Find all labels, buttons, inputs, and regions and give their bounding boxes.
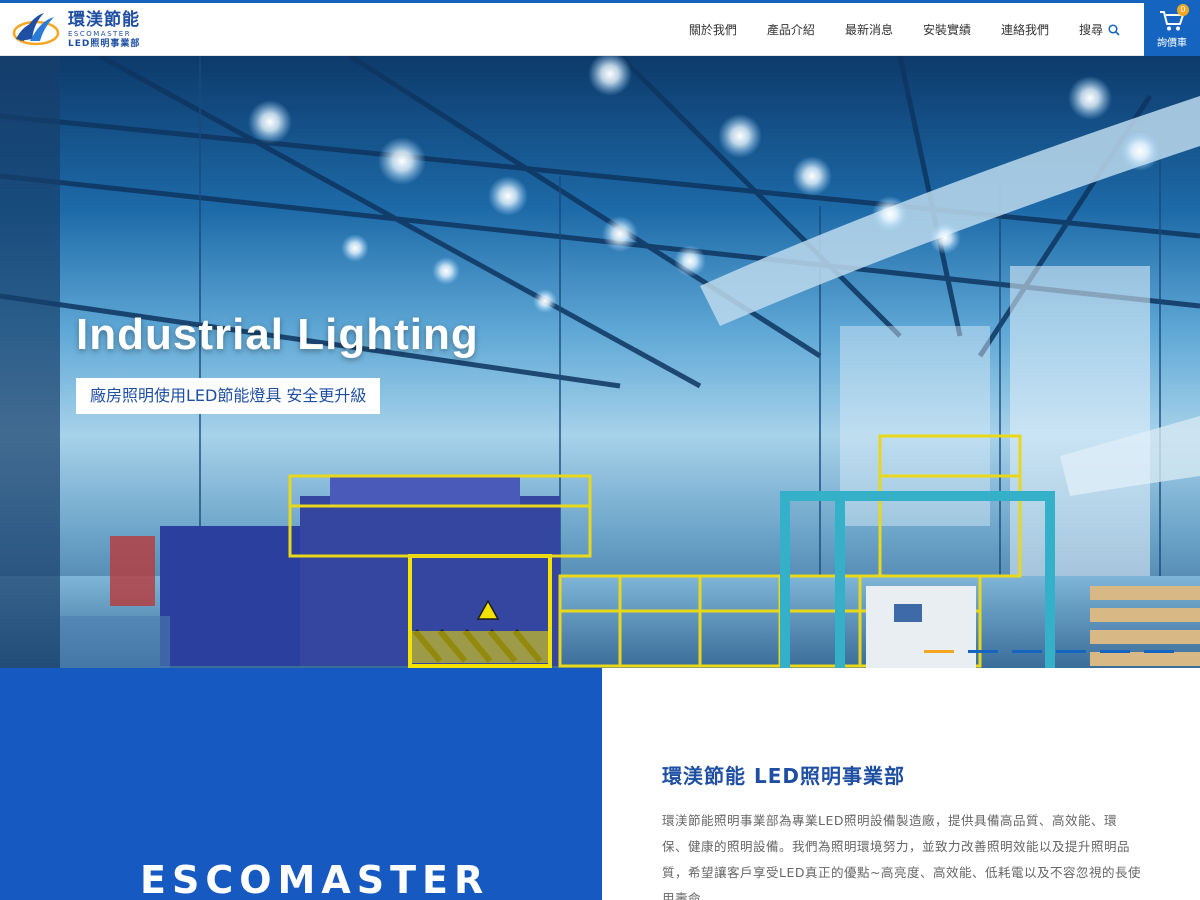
slider-dot-1[interactable] bbox=[924, 650, 954, 653]
nav-item-contact[interactable]: 連絡我們 bbox=[1001, 21, 1049, 38]
inquiry-cart-button[interactable]: 0 詢價車 bbox=[1144, 3, 1200, 56]
cart-count-badge: 0 bbox=[1177, 4, 1189, 16]
slider-dot-4[interactable] bbox=[1056, 650, 1086, 653]
slider-dot-6[interactable] bbox=[1144, 650, 1174, 653]
hero-banner: Industrial Lighting 廠房照明使用LED節能燈具 安全更升級 bbox=[0, 56, 1200, 668]
main-nav: 關於我們 產品介紹 最新消息 安裝實績 連絡我們 搜尋 bbox=[659, 3, 1120, 56]
nav-item-products[interactable]: 產品介紹 bbox=[767, 21, 815, 38]
logo-name-cn: 環渼節能 bbox=[68, 9, 140, 30]
hero-tagline: 廠房照明使用LED節能燈具 安全更升級 bbox=[76, 378, 381, 414]
search-icon bbox=[1108, 23, 1120, 36]
logo-name-en: ESCOMASTER bbox=[68, 29, 132, 38]
nav-item-news[interactable]: 最新消息 bbox=[845, 21, 893, 38]
factory-scene-image bbox=[0, 56, 1200, 668]
about-body: 環渼節能照明事業部為專業LED照明設備製造廠，提供具備高品質、高效能、環保、健康… bbox=[662, 813, 1141, 900]
site-logo[interactable]: 環渼節能 ESCOMASTER LED照明事業部 bbox=[10, 7, 150, 53]
search-button[interactable]: 搜尋 bbox=[1079, 21, 1120, 38]
slider-pagination bbox=[924, 650, 1188, 653]
site-header: 環渼節能 ESCOMASTER LED照明事業部 關於我們 產品介紹 最新消息 … bbox=[0, 3, 1200, 56]
hero-title: Industrial Lighting bbox=[76, 310, 479, 359]
nav-item-installations[interactable]: 安裝實績 bbox=[923, 21, 971, 38]
slider-dot-5[interactable] bbox=[1100, 650, 1130, 653]
about-title: 環渼節能 LED照明事業部 bbox=[662, 764, 905, 788]
nav-item-about[interactable]: 關於我們 bbox=[689, 21, 737, 38]
slider-dot-2[interactable] bbox=[968, 650, 998, 653]
slider-dot-3[interactable] bbox=[1012, 650, 1042, 653]
search-label: 搜尋 bbox=[1078, 23, 1103, 37]
logo-swirl-icon bbox=[12, 13, 60, 46]
cart-label: 詢價車 bbox=[1157, 38, 1187, 49]
brand-name: ESCOMASTER bbox=[140, 858, 490, 900]
logo-division: LED照明事業部 bbox=[68, 38, 141, 49]
